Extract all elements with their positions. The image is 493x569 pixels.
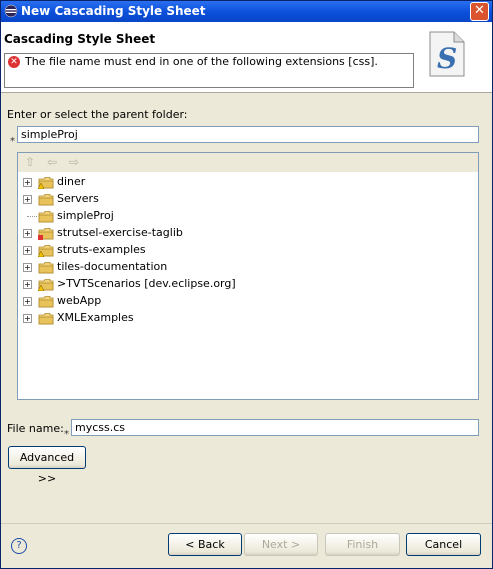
tree-item[interactable]: + struts-examples	[18, 242, 318, 259]
tree-item[interactable]: simpleProj	[18, 208, 318, 225]
finish-button[interactable]: Finish	[325, 533, 400, 556]
expand-icon[interactable]: +	[23, 195, 32, 204]
tree-item[interactable]: + XMLExamples	[18, 310, 318, 327]
error-message-box: ✕ The file name must end in one of the f…	[4, 53, 414, 88]
tree-item[interactable]: + webApp	[18, 293, 318, 310]
project-folder-icon	[38, 296, 54, 308]
help-icon[interactable]: ?	[11, 538, 27, 554]
error-icon: ✕	[8, 56, 20, 68]
tree-item[interactable]: + strutsel-exercise-taglib	[18, 225, 318, 242]
folder-tree[interactable]: ⇧ ⇦ ⇨ + diner + Servers simpleProj + strutsel-…	[17, 152, 479, 400]
eclipse-icon	[4, 4, 18, 18]
tree-item[interactable]: + tiles-documentation	[18, 259, 318, 276]
back-button[interactable]: < Back	[168, 533, 242, 556]
project-folder-icon	[38, 279, 54, 291]
button-bar-separator	[1, 523, 492, 524]
tree-item-label: simpleProj	[57, 209, 114, 222]
expand-icon[interactable]: +	[23, 263, 32, 272]
project-folder-icon	[38, 245, 54, 257]
tree-connector	[27, 216, 37, 217]
expand-icon[interactable]: +	[23, 229, 32, 238]
parent-folder-input[interactable]: simpleProj	[17, 126, 479, 143]
tree-item-label: struts-examples	[57, 243, 146, 256]
wizard-window: New Cascading Style Sheet ✕ Cascading St…	[0, 0, 493, 569]
error-message: The file name must end in one of the fol…	[25, 55, 378, 68]
tree-item-label: strutsel-exercise-taglib	[57, 226, 183, 239]
file-name-label: File name:	[7, 422, 64, 435]
close-icon: ✕	[474, 3, 485, 18]
file-name-input[interactable]: mycss.cs	[71, 419, 479, 436]
tree-item-label: tiles-documentation	[57, 260, 168, 273]
forward-icon[interactable]: ⇨	[67, 155, 81, 169]
wizard-banner: Cascading Style Sheet ✕ The file name mu…	[1, 22, 492, 93]
required-marker: *	[10, 136, 15, 147]
parent-folder-label: Enter or select the parent folder:	[7, 108, 188, 121]
tree-item[interactable]: + >TVTScenarios [dev.eclipse.org]	[18, 276, 318, 293]
back-icon[interactable]: ⇦	[45, 155, 59, 169]
project-folder-icon	[38, 262, 54, 274]
cancel-button[interactable]: Cancel	[406, 533, 481, 556]
tree-item[interactable]: + diner	[18, 174, 318, 191]
tree-item-label: >TVTScenarios [dev.eclipse.org]	[57, 277, 236, 290]
project-folder-icon	[38, 228, 54, 240]
window-title: New Cascading Style Sheet	[21, 4, 206, 18]
expand-icon[interactable]: +	[23, 178, 32, 187]
css-file-wizard-icon: S	[429, 31, 465, 77]
tree-item-label: webApp	[57, 294, 102, 307]
expand-icon[interactable]: +	[23, 297, 32, 306]
project-folder-icon	[38, 313, 54, 325]
tree-toolbar: ⇧ ⇦ ⇨	[18, 153, 478, 172]
close-button[interactable]: ✕	[470, 2, 489, 21]
next-button[interactable]: Next >	[244, 533, 318, 556]
project-folder-icon	[38, 177, 54, 189]
tree-item-label: diner	[57, 175, 86, 188]
project-folder-icon	[38, 194, 54, 206]
tree-item-label: Servers	[57, 192, 99, 205]
svg-text:S: S	[437, 42, 457, 75]
tree-item-label: XMLExamples	[57, 311, 134, 324]
tree-item[interactable]: + Servers	[18, 191, 318, 208]
expand-icon[interactable]: +	[23, 246, 32, 255]
title-bar: New Cascading Style Sheet ✕	[1, 1, 492, 22]
expand-icon[interactable]: +	[23, 314, 32, 323]
project-folder-icon	[38, 211, 54, 223]
required-marker: *	[64, 429, 69, 440]
expand-icon[interactable]: +	[23, 280, 32, 289]
home-icon[interactable]: ⇧	[23, 155, 37, 169]
page-title: Cascading Style Sheet	[4, 32, 156, 46]
advanced-button[interactable]: Advanced >>	[8, 446, 86, 485]
